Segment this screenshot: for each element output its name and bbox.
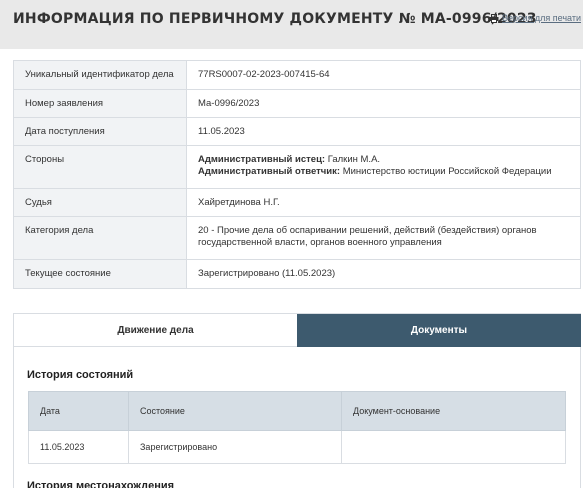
print-link-label[interactable]: Версия для печати [502, 13, 581, 23]
table-row: 11.05.2023 Зарегистрировано [28, 430, 566, 464]
info-value: Хайретдинова Н.Г. [186, 188, 581, 217]
info-value: 77RS0007-02-2023-007415-64 [186, 60, 581, 90]
plaintiff-label: Административный истец: [198, 154, 326, 165]
tab-case-movement[interactable]: Движение дела [14, 314, 297, 347]
history-header-row: Дата Состояние Документ-основание [28, 391, 566, 431]
location-history-title: История местонахождения [27, 480, 175, 488]
case-info-table: Уникальный идентификатор дела 77RS0007-0… [13, 60, 581, 289]
info-label: Номер заявления [13, 89, 187, 118]
info-value: Ма-0996/2023 [186, 89, 581, 118]
info-row-application-number: Номер заявления Ма-0996/2023 [13, 89, 581, 118]
history-date: 11.05.2023 [28, 430, 129, 464]
print-version-link[interactable]: Версия для печати [489, 13, 581, 23]
info-row-category: Категория дела 20 - Прочие дела об оспар… [13, 216, 581, 260]
column-header-basis: Документ-основание [341, 391, 566, 431]
page-title: ИНФОРМАЦИЯ ПО ПЕРВИЧНОМУ ДОКУМЕНТУ № МА-… [13, 11, 537, 27]
plaintiff-name: Галкин М.А. [327, 154, 381, 165]
info-label: Дата поступления [13, 117, 187, 146]
info-label: Текущее состояние [13, 259, 187, 289]
tab-documents[interactable]: Документы [297, 314, 581, 347]
info-value: Административный истец: Галкин М.А. Адми… [186, 145, 581, 189]
info-row-uid: Уникальный идентификатор дела 77RS0007-0… [13, 60, 581, 90]
column-header-date: Дата [28, 391, 129, 431]
history-table: Дата Состояние Документ-основание 11.05.… [28, 391, 566, 464]
defendant-name: Министерство юстиции Российской Федераци… [342, 166, 552, 177]
history-state: Зарегистрировано [128, 430, 342, 464]
info-label: Судья [13, 188, 187, 217]
info-label: Категория дела [13, 216, 187, 260]
info-row-current-state: Текущее состояние Зарегистрировано (11.0… [13, 259, 581, 289]
history-title: История состояний [27, 369, 134, 381]
info-value: 11.05.2023 [186, 117, 581, 146]
info-value: Зарегистрировано (11.05.2023) [186, 259, 581, 289]
printer-icon [489, 13, 499, 23]
defendant-label: Административный ответчик: [198, 166, 341, 177]
info-row-received-date: Дата поступления 11.05.2023 [13, 117, 581, 146]
history-basis [341, 430, 566, 464]
info-value: 20 - Прочие дела об оспаривании решений,… [186, 216, 581, 260]
tabs-panel: Движение дела Документы История состояни… [13, 313, 581, 488]
info-label: Стороны [13, 145, 187, 189]
info-label: Уникальный идентификатор дела [13, 60, 187, 90]
info-row-judge: Судья Хайретдинова Н.Г. [13, 188, 581, 217]
info-row-parties: Стороны Административный истец: Галкин М… [13, 145, 581, 189]
page-header: ИНФОРМАЦИЯ ПО ПЕРВИЧНОМУ ДОКУМЕНТУ № МА-… [0, 0, 583, 49]
column-header-state: Состояние [128, 391, 342, 431]
